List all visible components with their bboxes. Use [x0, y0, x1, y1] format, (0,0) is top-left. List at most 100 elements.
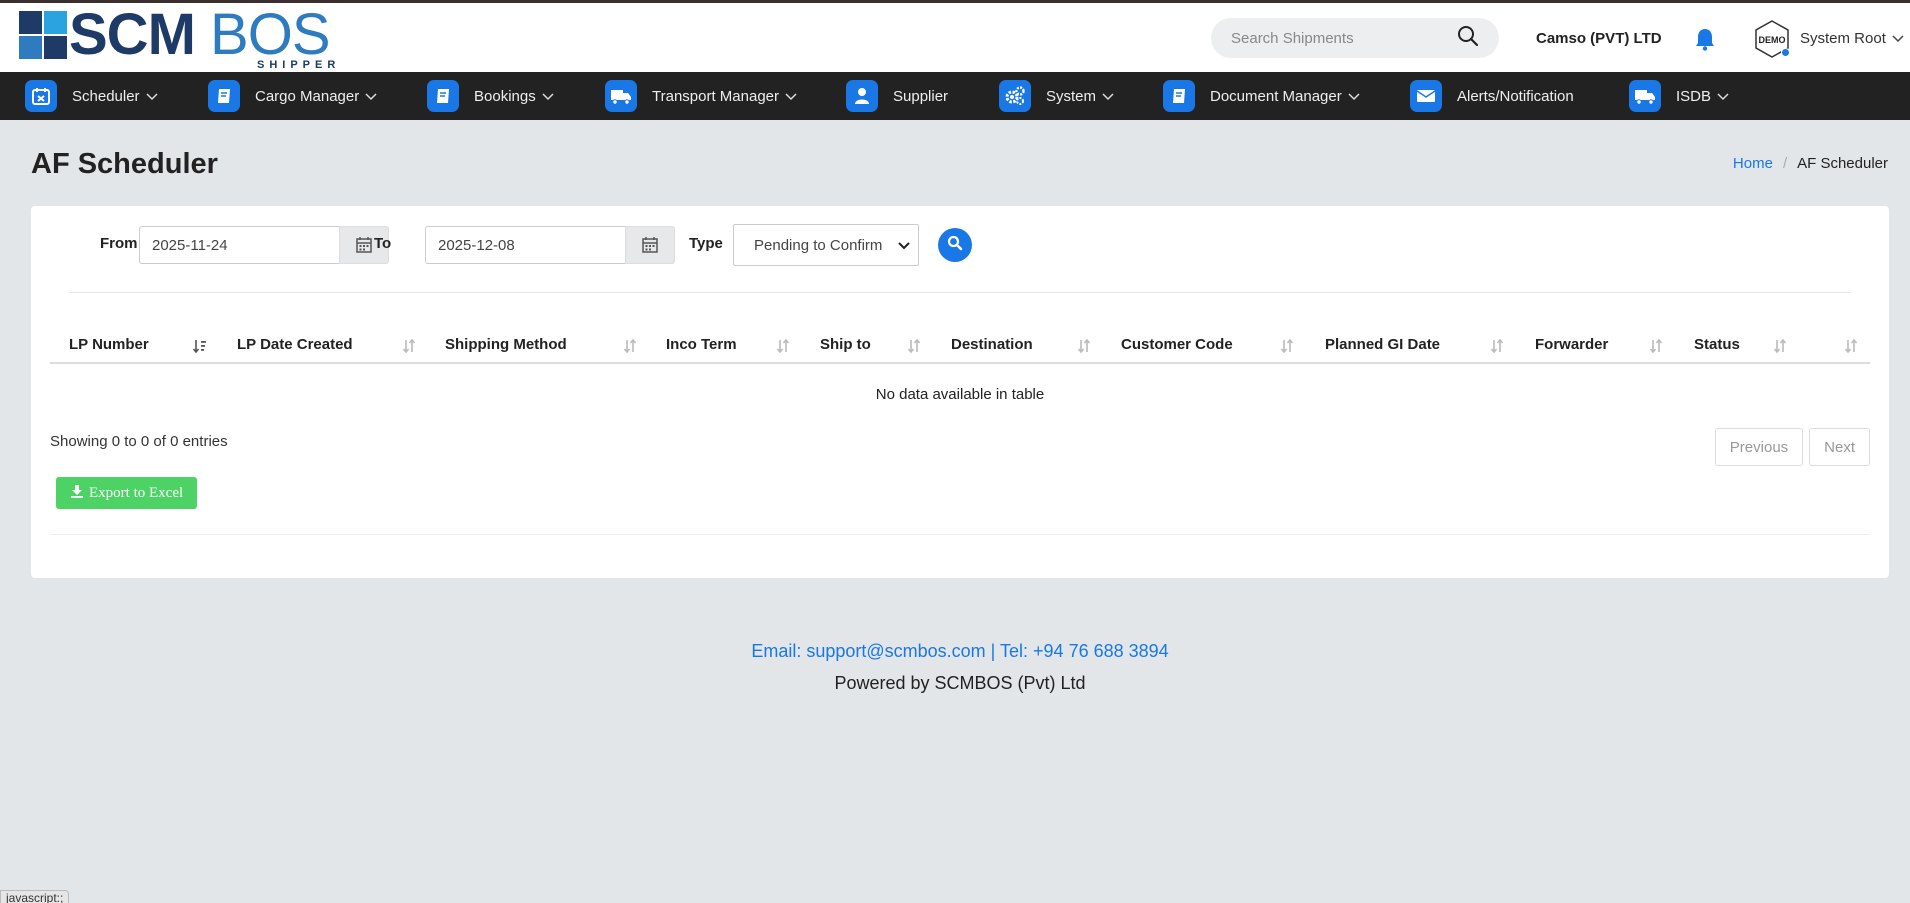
search-icon: [947, 235, 963, 256]
table-header: LP Number LP Date Created Shipping Metho…: [50, 328, 1870, 364]
col-destination[interactable]: Destination: [951, 336, 1033, 353]
col-status[interactable]: Status: [1694, 336, 1740, 353]
from-label: From: [100, 235, 138, 252]
nav-label: Scheduler: [72, 87, 140, 105]
book-icon: [208, 80, 240, 112]
nav-item-supplier[interactable]: Supplier: [846, 80, 948, 112]
logo-bos: BOS: [210, 2, 330, 67]
company-name[interactable]: Camso (PVT) LTD: [1536, 30, 1662, 47]
previous-button[interactable]: Previous: [1714, 428, 1804, 466]
chevron-down-icon: [146, 88, 158, 105]
sort-icon[interactable]: [1279, 338, 1295, 359]
online-dot: [1781, 48, 1790, 57]
nav-label: Cargo Manager: [255, 87, 360, 105]
sort-icon[interactable]: [1843, 338, 1859, 359]
logo[interactable]: SCM BOS SHIPPER: [19, 6, 335, 71]
calendar-icon: [25, 80, 57, 112]
chevron-down-icon: [1348, 88, 1360, 105]
divider: [69, 292, 1851, 293]
truck-icon: [605, 80, 637, 112]
footer-contact[interactable]: Email: support@scmbos.com | Tel: +94 76 …: [0, 641, 1910, 662]
sort-icon[interactable]: [775, 338, 791, 359]
avatar[interactable]: DEMO: [1752, 19, 1792, 59]
nav-item-transport-manager[interactable]: Transport Manager: [605, 80, 797, 112]
export-excel-button[interactable]: Export to Excel: [56, 477, 198, 509]
col-ship-to[interactable]: Ship to: [820, 336, 871, 353]
chevron-down-icon: [1102, 88, 1114, 105]
col-shipping-method[interactable]: Shipping Method: [445, 336, 567, 353]
to-date-input[interactable]: [425, 226, 625, 264]
search-button[interactable]: [938, 228, 972, 262]
next-button[interactable]: Next: [1809, 428, 1870, 466]
sort-desc-icon[interactable]: [192, 338, 208, 359]
search-box: [1211, 18, 1499, 58]
chevron-down-icon: [1892, 30, 1904, 47]
nav-item-alerts[interactable]: Alerts/Notification: [1410, 80, 1574, 112]
nav-label: Alerts/Notification: [1457, 87, 1574, 105]
breadcrumb-home[interactable]: Home: [1733, 155, 1773, 172]
breadcrumb-separator: /: [1782, 155, 1788, 172]
col-forwarder[interactable]: Forwarder: [1535, 336, 1608, 353]
logo-scm: SCM: [69, 2, 196, 67]
pagination: Previous Next: [1714, 428, 1870, 466]
breadcrumb-current: AF Scheduler: [1797, 155, 1888, 172]
nav-item-cargo-manager[interactable]: Cargo Manager: [208, 80, 377, 112]
page-title: AF Scheduler: [31, 148, 218, 180]
nav-label: Transport Manager: [652, 87, 780, 105]
sort-icon[interactable]: [401, 338, 417, 359]
chevron-down-icon: [542, 88, 554, 105]
breadcrumb: Home / AF Scheduler: [1733, 155, 1888, 172]
table-info: Showing 0 to 0 of 0 entries: [50, 433, 228, 450]
col-lp-date-created[interactable]: LP Date Created: [237, 336, 353, 353]
main-nav: Scheduler Cargo Manager Bookings Transpo…: [0, 72, 1910, 120]
nav-label: Supplier: [893, 87, 949, 105]
truck-icon: [1629, 80, 1661, 112]
nav-label: System: [1046, 87, 1097, 105]
sort-icon[interactable]: [1489, 338, 1505, 359]
gears-icon: [999, 80, 1031, 112]
chevron-down-icon: [365, 88, 377, 105]
col-planned-gi-date[interactable]: Planned GI Date: [1325, 336, 1440, 353]
user-name: System Root: [1800, 30, 1886, 47]
export-label: Export to Excel: [89, 484, 184, 501]
sort-icon[interactable]: [906, 338, 922, 359]
table-empty-message: No data available in table: [875, 386, 1045, 403]
from-date-input[interactable]: [139, 226, 339, 264]
nav-label: Bookings: [474, 87, 536, 105]
col-customer-code[interactable]: Customer Code: [1121, 336, 1233, 353]
nav-item-document-manager[interactable]: Document Manager: [1163, 80, 1360, 112]
from-date-group: [139, 226, 389, 264]
col-inco-term[interactable]: Inco Term: [666, 336, 737, 353]
footer-powered: Powered by SCMBOS (Pvt) Ltd: [834, 673, 1086, 693]
to-label: To: [374, 235, 392, 252]
user-menu[interactable]: System Root: [1800, 30, 1904, 47]
type-select-value: Pending to Confirm: [754, 236, 883, 254]
nav-label: ISDB: [1676, 87, 1712, 105]
nav-item-isdb[interactable]: ISDB: [1629, 80, 1729, 112]
download-icon: [70, 484, 84, 503]
avatar-text: DEMO: [1759, 35, 1786, 45]
search-input[interactable]: [1231, 29, 1457, 47]
nav-item-system[interactable]: System: [999, 80, 1114, 112]
scheduler-card: From To Type Pending to Confirm LP Numbe…: [31, 206, 1889, 578]
envelope-icon: [1410, 80, 1442, 112]
nav-item-scheduler[interactable]: Scheduler: [25, 80, 158, 112]
sort-icon[interactable]: [1648, 338, 1664, 359]
sort-icon[interactable]: [1076, 338, 1092, 359]
col-lp-number[interactable]: LP Number: [69, 336, 149, 353]
to-date-group: [425, 226, 675, 264]
book-icon: [427, 80, 459, 112]
calendar-icon[interactable]: [625, 226, 675, 264]
sort-icon[interactable]: [1772, 338, 1788, 359]
chevron-down-icon: [1717, 88, 1729, 105]
bell-icon[interactable]: [1694, 27, 1716, 56]
chevron-down-icon: [898, 237, 910, 254]
type-select[interactable]: Pending to Confirm: [733, 224, 919, 266]
chevron-down-icon: [785, 88, 797, 105]
sort-icon[interactable]: [622, 338, 638, 359]
logo-mark: [19, 11, 67, 59]
nav-item-bookings[interactable]: Bookings: [427, 80, 554, 112]
nav-label: Document Manager: [1210, 87, 1342, 105]
user-icon: [846, 80, 878, 112]
search-icon[interactable]: [1457, 25, 1479, 52]
